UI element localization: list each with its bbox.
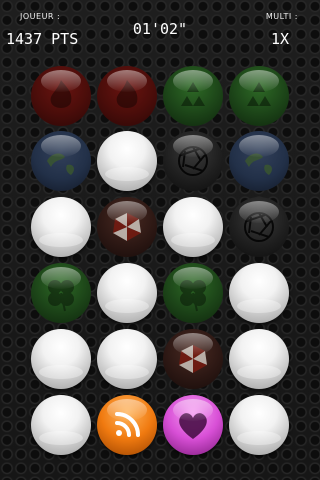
ball-white[interactable] bbox=[229, 329, 289, 389]
ball-earth-dim[interactable] bbox=[229, 131, 289, 191]
ball-white[interactable] bbox=[163, 197, 223, 257]
ball-gloss bbox=[239, 70, 279, 92]
ball-gloss bbox=[173, 70, 213, 92]
ball-gloss bbox=[173, 267, 213, 289]
ball-white[interactable] bbox=[31, 395, 91, 455]
ball-umbrella-dim[interactable] bbox=[163, 329, 223, 389]
ball-gloss bbox=[239, 135, 279, 157]
ball-shutter-dim[interactable] bbox=[229, 197, 289, 257]
ball-gloss bbox=[41, 70, 81, 92]
ball-heart-purple[interactable] bbox=[163, 395, 223, 455]
ball-fire-red-dim[interactable] bbox=[97, 66, 157, 126]
ball-gloss bbox=[107, 70, 147, 92]
ball-gloss bbox=[41, 267, 81, 289]
ball-gloss bbox=[173, 135, 213, 157]
ball-white[interactable] bbox=[97, 131, 157, 191]
ball-fire-red-dim[interactable] bbox=[31, 66, 91, 126]
ball-shutter-dim[interactable] bbox=[163, 131, 223, 191]
ball-rss-orange[interactable] bbox=[97, 395, 157, 455]
ball-white[interactable] bbox=[31, 197, 91, 257]
ball-gloss bbox=[239, 201, 279, 223]
ball-white[interactable] bbox=[229, 263, 289, 323]
ball-umbrella-dim[interactable] bbox=[97, 197, 157, 257]
game-board bbox=[0, 0, 320, 480]
ball-gloss bbox=[107, 399, 147, 421]
ball-white[interactable] bbox=[31, 329, 91, 389]
ball-gloss bbox=[41, 135, 81, 157]
ball-earth-dim[interactable] bbox=[31, 131, 91, 191]
ball-gloss bbox=[173, 333, 213, 355]
ball-white[interactable] bbox=[97, 329, 157, 389]
ball-recycle-green-dim[interactable] bbox=[163, 66, 223, 126]
ball-white[interactable] bbox=[97, 263, 157, 323]
ball-gloss bbox=[107, 201, 147, 223]
ball-clover-green-dim[interactable] bbox=[31, 263, 91, 323]
ball-clover-green-dim[interactable] bbox=[163, 263, 223, 323]
ball-recycle-green-dim[interactable] bbox=[229, 66, 289, 126]
ball-gloss bbox=[173, 399, 213, 421]
ball-white[interactable] bbox=[229, 395, 289, 455]
